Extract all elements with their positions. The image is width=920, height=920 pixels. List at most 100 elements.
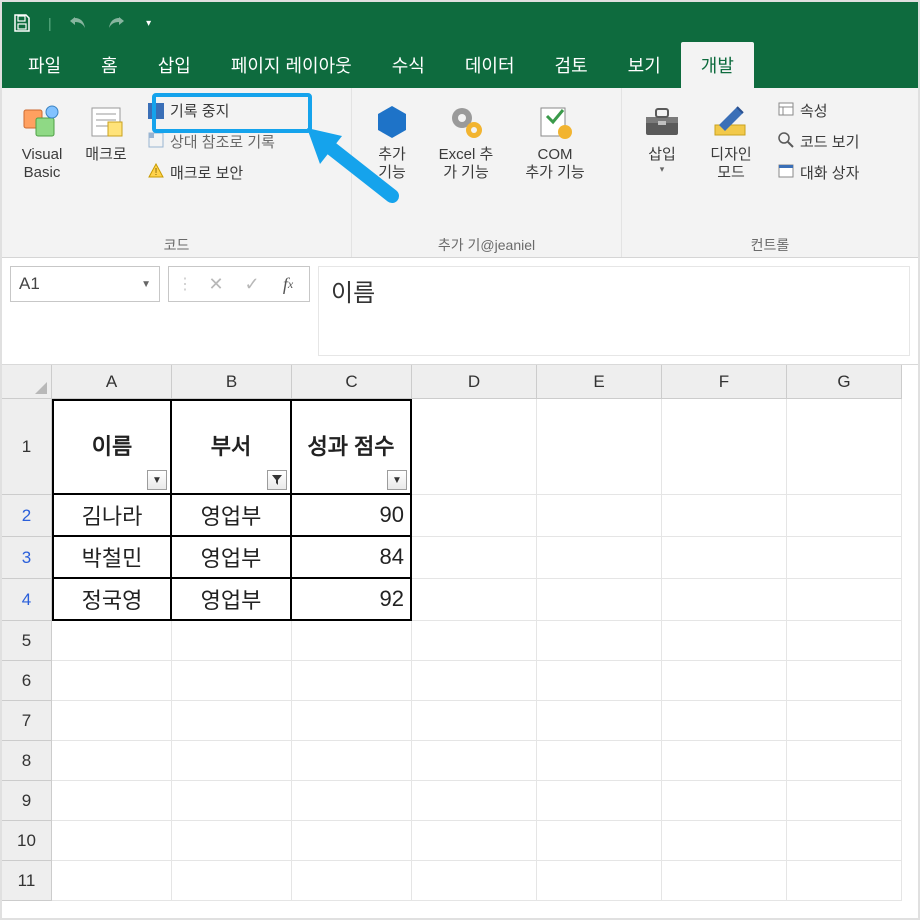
cell[interactable]: 박철민 [52,537,172,579]
design-mode-button[interactable]: 디자인 모드 [696,94,766,186]
column-header[interactable]: C [292,365,412,399]
row-header[interactable]: 7 [2,701,52,741]
name-box-dropdown-icon[interactable]: ▼ [141,279,151,290]
tab-home[interactable]: 홈 [81,42,138,88]
cell[interactable] [537,399,662,495]
cell[interactable] [292,621,412,661]
cell[interactable] [52,781,172,821]
cell[interactable]: 영업부 [172,495,292,537]
row-header[interactable]: 8 [2,741,52,781]
cancel-icon[interactable]: ✕ [199,270,233,298]
cell[interactable] [662,741,787,781]
cell[interactable] [292,661,412,701]
row-header[interactable]: 5 [2,621,52,661]
cell[interactable]: 영업부 [172,579,292,621]
cell[interactable] [662,579,787,621]
cell[interactable] [292,701,412,741]
cell[interactable] [537,821,662,861]
cell[interactable] [412,399,537,495]
macro-security-button[interactable]: ! 매크로 보안 [144,160,279,185]
row-header[interactable]: 4 [2,579,52,621]
cell[interactable] [662,781,787,821]
cell[interactable] [52,701,172,741]
excel-addins-button[interactable]: Excel 추 가 기능 [426,94,506,186]
cell[interactable] [412,821,537,861]
macros-button[interactable]: 매크로 [76,94,136,168]
row-header[interactable]: 1 [2,399,52,495]
column-header[interactable]: G [787,365,902,399]
cell[interactable] [537,579,662,621]
com-addins-button[interactable]: COM 추가 기능 [510,94,600,186]
cell[interactable] [412,495,537,537]
cell[interactable] [412,741,537,781]
cell[interactable] [292,861,412,901]
cell[interactable] [412,701,537,741]
cell[interactable] [172,741,292,781]
cell[interactable] [172,861,292,901]
cell[interactable] [412,661,537,701]
cell[interactable] [662,399,787,495]
cell[interactable] [787,861,902,901]
row-header[interactable]: 3 [2,537,52,579]
cell[interactable] [787,741,902,781]
tab-view[interactable]: 보기 [608,42,681,88]
select-all-corner[interactable] [2,365,52,399]
cell[interactable] [787,821,902,861]
cell[interactable] [412,579,537,621]
filter-active-icon[interactable] [267,470,287,490]
relative-reference-button[interactable]: 상대 참조로 기록 [144,129,279,154]
cell[interactable] [662,661,787,701]
column-header[interactable]: B [172,365,292,399]
cell[interactable] [412,621,537,661]
tab-formulas[interactable]: 수식 [372,42,445,88]
cell[interactable]: 영업부 [172,537,292,579]
cell[interactable] [172,821,292,861]
column-header[interactable]: D [412,365,537,399]
undo-icon[interactable] [66,11,90,35]
stop-recording-button[interactable]: 기록 중지 [144,98,279,123]
cell[interactable] [292,821,412,861]
run-dialog-button[interactable]: 대화 상자 [774,160,863,185]
cell[interactable] [787,621,902,661]
cell[interactable] [537,861,662,901]
tab-data[interactable]: 데이터 [445,42,535,88]
cell[interactable] [662,621,787,661]
cell[interactable] [537,741,662,781]
row-header[interactable]: 9 [2,781,52,821]
row-header[interactable]: 11 [2,861,52,901]
cell[interactable] [172,781,292,821]
cell[interactable]: 90 [292,495,412,537]
cell[interactable]: 84 [292,537,412,579]
cell[interactable]: 정국영 [52,579,172,621]
cell[interactable]: 이름▼ [52,399,172,495]
tab-developer[interactable]: 개발 [681,42,754,88]
tab-review[interactable]: 검토 [535,42,608,88]
cell[interactable] [412,781,537,821]
customize-qat-icon[interactable]: ▾ [142,11,156,35]
cell[interactable] [787,781,902,821]
cell[interactable]: 부서 [172,399,292,495]
cell[interactable] [787,537,902,579]
formula-input[interactable]: 이름 [318,266,910,356]
cell[interactable] [412,537,537,579]
column-header[interactable]: E [537,365,662,399]
insert-control-button[interactable]: 삽입 ▾ [632,94,692,179]
cell[interactable]: 92 [292,579,412,621]
tab-file[interactable]: 파일 [8,42,81,88]
column-header[interactable]: F [662,365,787,399]
fx-icon[interactable]: fx [271,270,305,298]
row-header[interactable]: 6 [2,661,52,701]
cell[interactable] [787,399,902,495]
cell[interactable] [787,661,902,701]
cell[interactable] [662,537,787,579]
view-code-button[interactable]: 코드 보기 [774,129,863,154]
tab-page-layout[interactable]: 페이지 레이아웃 [211,42,372,88]
cell[interactable] [292,741,412,781]
row-header[interactable]: 2 [2,495,52,537]
name-box[interactable]: A1 ▼ [10,266,160,302]
save-icon[interactable] [10,11,34,35]
cell[interactable] [537,495,662,537]
cell[interactable] [537,661,662,701]
cell[interactable] [52,621,172,661]
cell[interactable] [52,821,172,861]
